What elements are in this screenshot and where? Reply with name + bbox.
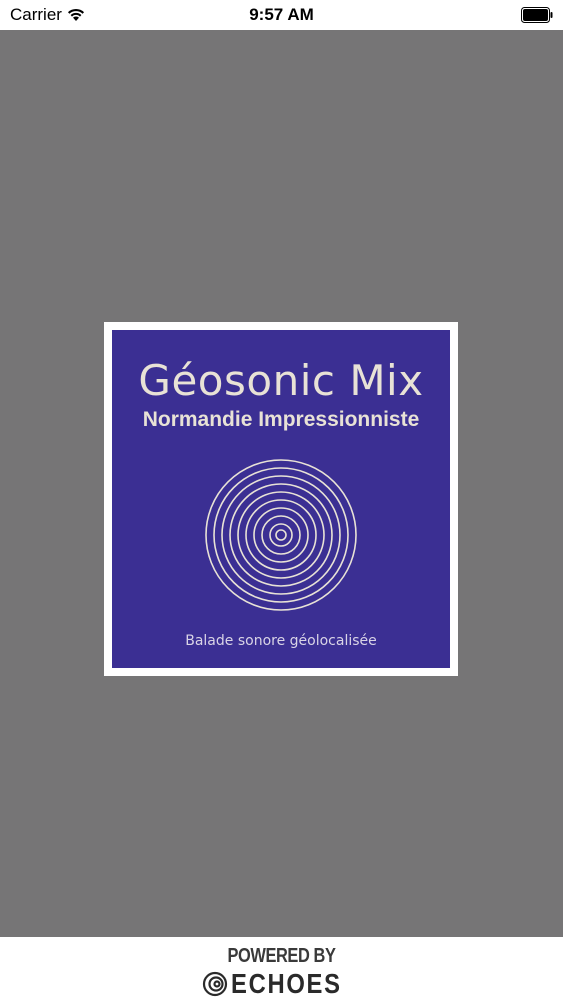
- status-bar: Carrier 9:57 AM: [0, 0, 563, 30]
- echoes-swirl-icon: [202, 971, 227, 997]
- footer: POWERED BY ECHOES: [0, 937, 563, 1000]
- concentric-rings-icon: [205, 459, 357, 611]
- logo-subtitle: Normandie Impressionniste: [142, 408, 420, 431]
- logo-tagline: Balade sonore géolocalisée: [185, 633, 377, 649]
- powered-by-label: POWERED BY: [227, 945, 336, 967]
- app-logo-card: Géosonic Mix Normandie Impressionniste B…: [104, 322, 458, 676]
- battery-icon: [521, 7, 553, 23]
- echoes-brand-name: ECHOES: [230, 968, 342, 999]
- status-time: 9:57 AM: [249, 5, 314, 24]
- app-logo: Géosonic Mix Normandie Impressionniste B…: [112, 330, 450, 668]
- logo-title: Géosonic Mix: [138, 356, 424, 405]
- echoes-brand: ECHOES: [0, 968, 563, 999]
